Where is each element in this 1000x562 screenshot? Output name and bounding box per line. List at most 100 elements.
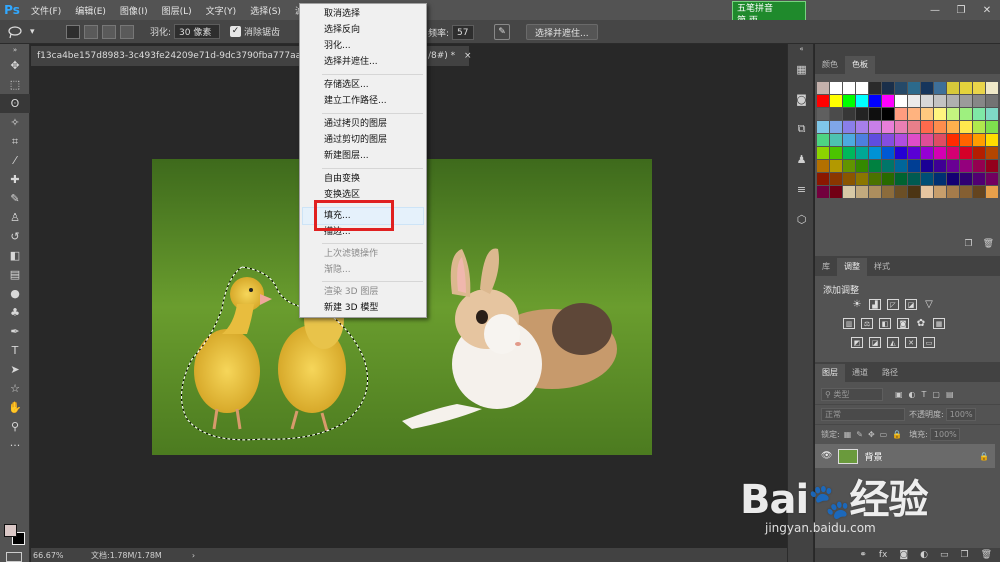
color-swatch[interactable]	[960, 147, 972, 159]
color-swatch[interactable]	[882, 108, 894, 120]
gradient-map-icon[interactable]: ▭	[923, 337, 935, 348]
eraser-tool-icon[interactable]: ◧	[0, 246, 30, 265]
lasso-tool-icon[interactable]: ʘ	[0, 94, 30, 113]
healing-brush-tool-icon[interactable]: ✚	[0, 170, 30, 189]
crop-tool-icon[interactable]: ⌗	[0, 132, 30, 151]
color-swatch[interactable]	[882, 160, 894, 172]
color-swatch[interactable]	[986, 186, 998, 198]
color-swatch[interactable]	[882, 147, 894, 159]
close-tab-icon[interactable]: ×	[464, 51, 472, 61]
brightness-icon[interactable]: ☀	[851, 299, 863, 310]
add-selection-icon[interactable]	[84, 24, 98, 39]
quick-mask-icon[interactable]	[6, 552, 22, 562]
color-swatch[interactable]	[934, 186, 946, 198]
color-swatch[interactable]	[895, 95, 907, 107]
color-swatch[interactable]	[830, 160, 842, 172]
color-swatch[interactable]	[843, 160, 855, 172]
color-swatch[interactable]	[830, 173, 842, 185]
color-swatch[interactable]	[817, 186, 829, 198]
color-balance-icon[interactable]: ⚖	[861, 318, 873, 329]
color-swatch[interactable]	[986, 160, 998, 172]
color-swatch[interactable]	[895, 173, 907, 185]
color-swatch[interactable]	[973, 82, 985, 94]
properties-panel-icon[interactable]: ≡	[788, 174, 815, 204]
delete-layer-icon[interactable]: 🗑	[981, 550, 992, 560]
color-swatch[interactable]	[869, 95, 881, 107]
history-brush-tool-icon[interactable]: ↺	[0, 227, 30, 246]
levels-icon[interactable]: ▟	[869, 299, 881, 310]
color-swatch[interactable]	[895, 82, 907, 94]
color-swatch[interactable]	[986, 95, 998, 107]
layer-row-background[interactable]: 👁 背景 🔒	[815, 444, 995, 468]
color-swatch[interactable]	[817, 147, 829, 159]
color-swatch[interactable]	[973, 121, 985, 133]
menu-item-make-work-path[interactable]: 建立工作路径...	[324, 93, 387, 109]
color-swatch[interactable]	[947, 186, 959, 198]
zoom-tool-icon[interactable]: ⚲	[0, 417, 30, 436]
subtract-selection-icon[interactable]	[102, 24, 116, 39]
color-swatch[interactable]	[869, 134, 881, 146]
color-swatch[interactable]	[908, 147, 920, 159]
menu-type[interactable]: 文字(Y)	[199, 4, 244, 17]
add-mask-icon[interactable]: ◙	[899, 550, 908, 560]
menu-select[interactable]: 选择(S)	[243, 4, 288, 17]
status-menu-arrow-icon[interactable]: ›	[162, 551, 195, 560]
color-swatch[interactable]	[934, 108, 946, 120]
color-swatch[interactable]	[830, 82, 842, 94]
dodge-tool-icon[interactable]: ♣	[0, 303, 30, 322]
color-swatch[interactable]	[973, 173, 985, 185]
menu-item-feather[interactable]: 羽化...	[324, 38, 351, 54]
link-layers-icon[interactable]: ⚭	[859, 550, 867, 560]
color-swatch[interactable]	[817, 121, 829, 133]
color-swatch[interactable]	[947, 134, 959, 146]
color-swatch[interactable]	[843, 147, 855, 159]
color-swatch[interactable]	[882, 134, 894, 146]
color-swatch[interactable]	[869, 147, 881, 159]
color-swatch[interactable]	[934, 95, 946, 107]
eyedropper-tool-icon[interactable]: ⁄	[0, 151, 30, 170]
selective-color-icon[interactable]: ✕	[905, 337, 917, 348]
hue-saturation-icon[interactable]: ▥	[843, 318, 855, 329]
color-swatch[interactable]	[908, 95, 920, 107]
history-panel-icon[interactable]: ▦	[788, 54, 815, 84]
color-swatch[interactable]	[817, 95, 829, 107]
color-swatch[interactable]	[960, 108, 972, 120]
color-swatch[interactable]	[830, 186, 842, 198]
color-swatch[interactable]	[908, 121, 920, 133]
menu-layer[interactable]: 图层(L)	[155, 4, 199, 17]
pen-tool-icon[interactable]: ✒	[0, 322, 30, 341]
menu-file[interactable]: 文件(F)	[24, 4, 68, 17]
clone-stamp-tool-icon[interactable]: ♙	[0, 208, 30, 227]
menu-item-free-transform[interactable]: 自由变换	[324, 171, 360, 187]
new-swatch-icon[interactable]: ❐	[964, 239, 972, 249]
antialias-checkbox[interactable]: ✓	[230, 26, 242, 37]
color-swatch[interactable]	[843, 108, 855, 120]
threshold-icon[interactable]: ◭	[887, 337, 899, 348]
color-swatch[interactable]	[986, 173, 998, 185]
tab-libraries[interactable]: 库	[815, 258, 837, 276]
magic-wand-tool-icon[interactable]: ✧	[0, 113, 30, 132]
tab-channels[interactable]: 通道	[845, 364, 875, 382]
new-selection-icon[interactable]	[66, 24, 80, 39]
color-swatch[interactable]	[960, 95, 972, 107]
color-swatch[interactable]	[934, 121, 946, 133]
minimize-button[interactable]: —	[922, 0, 948, 20]
color-swatch[interactable]	[934, 173, 946, 185]
color-swatch[interactable]	[908, 108, 920, 120]
exposure-icon[interactable]: ◪	[905, 299, 917, 310]
path-selection-tool-icon[interactable]: ➤	[0, 360, 30, 379]
tab-swatches[interactable]: 色板	[845, 56, 875, 74]
invert-icon[interactable]: ◩	[851, 337, 863, 348]
color-swatch[interactable]	[856, 147, 868, 159]
color-swatch[interactable]	[973, 160, 985, 172]
color-swatch[interactable]	[895, 160, 907, 172]
color-swatch[interactable]	[986, 134, 998, 146]
color-swatch[interactable]	[947, 82, 959, 94]
color-swatch[interactable]	[960, 186, 972, 198]
menu-item-save-selection[interactable]: 存储选区...	[324, 77, 369, 93]
color-swatch[interactable]	[934, 160, 946, 172]
color-swatch[interactable]	[856, 186, 868, 198]
color-swatch[interactable]	[947, 95, 959, 107]
color-swatch[interactable]	[960, 173, 972, 185]
intersect-selection-icon[interactable]	[120, 24, 134, 39]
